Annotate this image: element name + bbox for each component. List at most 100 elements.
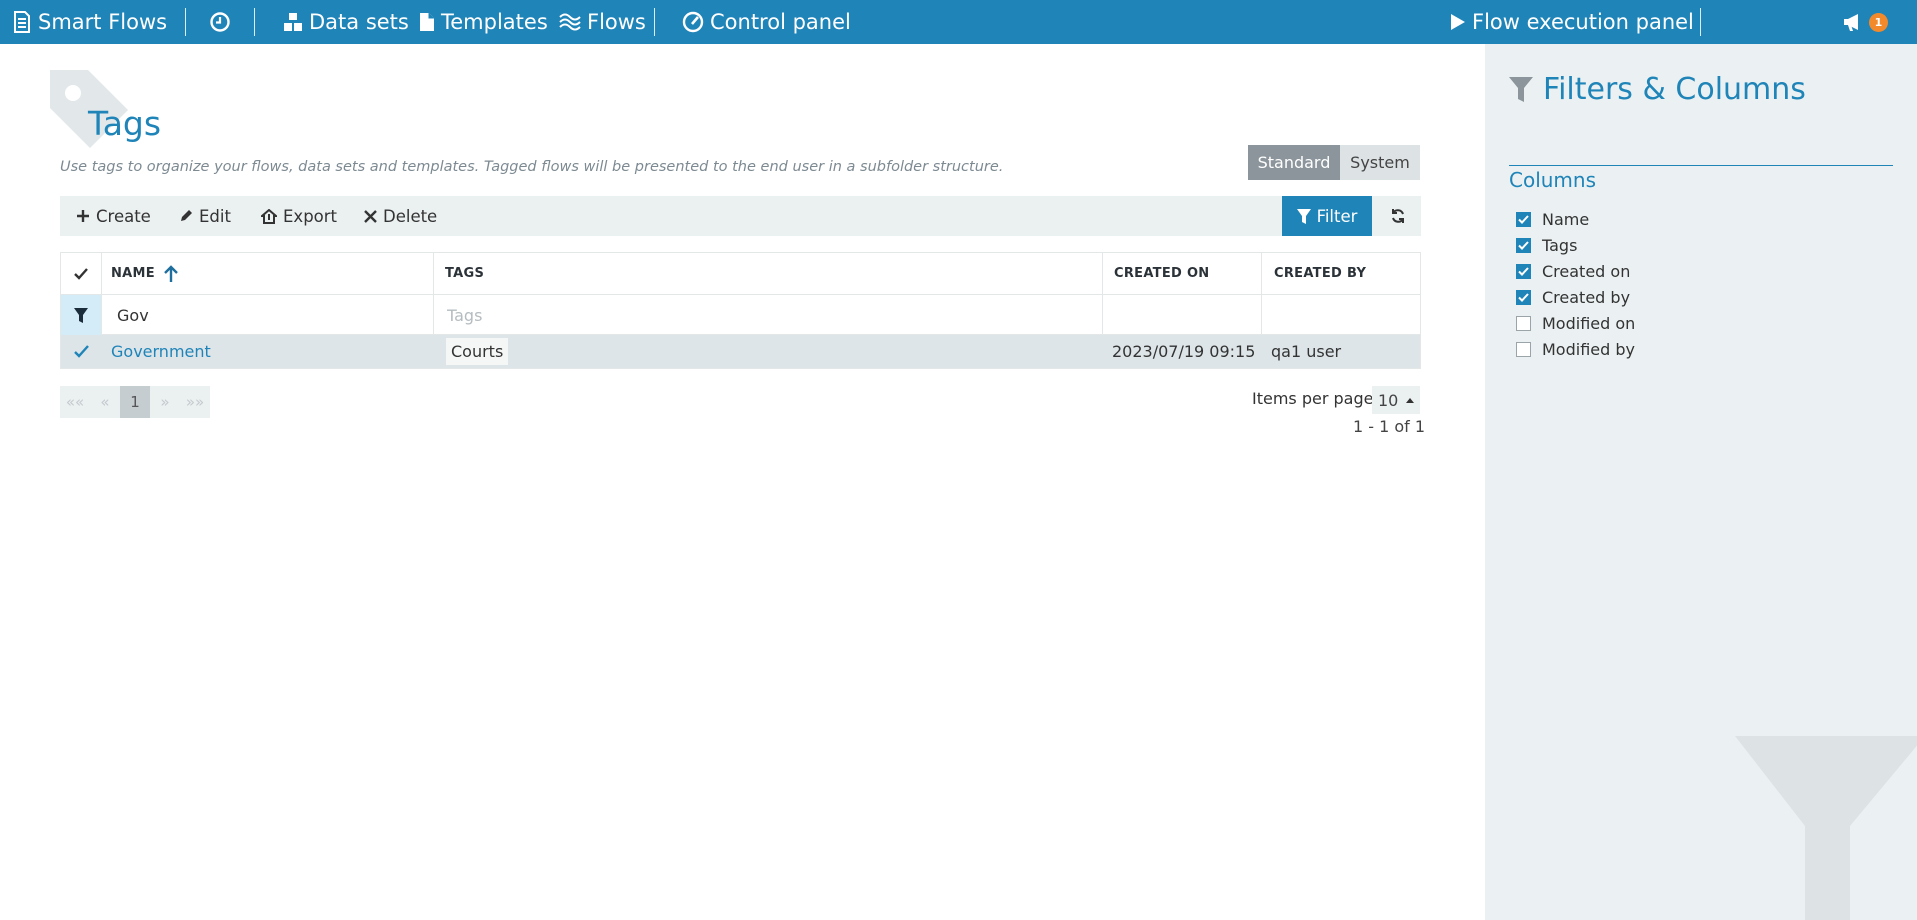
column-header-name-label: NAME [111, 266, 155, 281]
column-header-name[interactable]: NAME [111, 253, 179, 294]
checkbox-unchecked[interactable] [1516, 316, 1531, 331]
select-all-checkbox[interactable] [61, 253, 101, 294]
pagination: «« « 1 » »» [60, 386, 210, 418]
name-filter-input[interactable] [105, 295, 431, 335]
previous-page-button[interactable]: « [90, 386, 120, 418]
brand-label: Smart Flows [38, 10, 168, 34]
smart-flows-logo-icon [12, 11, 32, 33]
table-row[interactable]: Government Courts 2023/07/19 09:15 qa1 u… [61, 335, 1420, 368]
column-toggle-label: Name [1542, 210, 1590, 229]
top-navigation-bar: Smart Flows Data sets Templates Flows Co… [0, 0, 1917, 44]
toggle-system[interactable]: System [1340, 145, 1420, 180]
side-panel-title: Filters & Columns [1509, 72, 1806, 107]
checkbox-checked[interactable] [1516, 238, 1531, 253]
funnel-icon [74, 307, 88, 323]
column-header-created-on[interactable]: CREATED ON [1114, 253, 1209, 294]
export-label: Export [283, 206, 338, 226]
column-toggle-created-on[interactable]: Created on [1516, 262, 1630, 281]
checkbox-checked[interactable] [1516, 264, 1531, 279]
nav-data-sets[interactable]: Data sets [283, 0, 409, 44]
checkbox-checked[interactable] [1516, 212, 1531, 227]
brand-link[interactable]: Smart Flows [12, 0, 167, 44]
column-header-tags[interactable]: TAGS [445, 253, 484, 294]
filter-button[interactable]: Filter [1282, 196, 1372, 236]
items-per-page-value: 10 [1378, 390, 1399, 410]
nav-separator [654, 8, 655, 36]
column-toggle-label: Created by [1542, 288, 1631, 307]
export-button[interactable]: Export [261, 196, 337, 236]
funnel-icon [1509, 76, 1533, 103]
clock-icon [209, 11, 231, 33]
cubes-icon [283, 12, 303, 32]
sort-ascending-icon [163, 264, 179, 283]
pencil-icon [179, 209, 193, 223]
column-toggle-name[interactable]: Name [1516, 210, 1589, 229]
refresh-button[interactable] [1380, 196, 1416, 236]
toggle-standard[interactable]: Standard [1248, 145, 1340, 180]
filters-columns-panel: Filters & Columns Columns Name Tags Crea… [1485, 44, 1917, 920]
first-page-button[interactable]: «« [60, 386, 90, 418]
nav-separator [1700, 8, 1701, 36]
filter-row-toggle[interactable] [61, 295, 101, 335]
funnel-decoration-icon [1735, 736, 1917, 920]
column-toggle-created-by[interactable]: Created by [1516, 288, 1630, 307]
page-1-button[interactable]: 1 [120, 386, 150, 418]
edit-button[interactable]: Edit [179, 196, 231, 236]
column-toggle-modified-by[interactable]: Modified by [1516, 340, 1635, 359]
side-panel-divider [1509, 165, 1893, 166]
filter-label: Filter [1316, 206, 1358, 226]
last-page-button[interactable]: »» [180, 386, 210, 418]
waves-icon [559, 12, 581, 32]
column-toggle-label: Modified on [1542, 314, 1636, 333]
page-description: Use tags to organize your flows, data se… [60, 159, 1004, 175]
close-icon [364, 209, 377, 223]
funnel-icon [1296, 208, 1311, 224]
side-panel-title-label: Filters & Columns [1543, 72, 1806, 107]
column-toggle-label: Created on [1542, 262, 1631, 281]
tags-filter-input[interactable] [435, 295, 1100, 335]
row-created-by: qa1 user [1271, 342, 1342, 361]
columns-heading: Columns [1509, 168, 1597, 192]
row-name-link[interactable]: Government [111, 335, 211, 368]
items-per-page-label: Items per page [1252, 389, 1374, 408]
gauge-icon [682, 11, 704, 33]
notifications-button[interactable] [1842, 0, 1864, 44]
document-icon [419, 12, 435, 32]
checkbox-unchecked[interactable] [1516, 342, 1531, 357]
nav-separator [185, 8, 186, 36]
result-count: 1 - 1 of 1 [1353, 417, 1426, 436]
column-toggle-modified-on[interactable]: Modified on [1516, 314, 1635, 333]
notification-count-badge: 1 [1869, 13, 1888, 32]
caret-up-icon [1406, 397, 1415, 403]
page-title: Tags [88, 104, 162, 143]
action-toolbar: Create Edit Export Delete [60, 196, 1421, 236]
history-button[interactable] [209, 0, 231, 44]
checkbox-checked[interactable] [1516, 290, 1531, 305]
create-button[interactable]: Create [76, 196, 151, 236]
delete-button[interactable]: Delete [364, 196, 437, 236]
column-header-created-by[interactable]: CREATED BY [1274, 253, 1366, 294]
flow-execution-panel-button[interactable]: Flow execution panel [1450, 0, 1694, 44]
row-created-on: 2023/07/19 09:15 [1112, 342, 1256, 361]
nav-templates[interactable]: Templates [419, 0, 548, 44]
nav-flows[interactable]: Flows [559, 0, 646, 44]
refresh-icon [1390, 208, 1406, 224]
column-toggle-label: Modified by [1542, 340, 1635, 359]
nav-flows-label: Flows [587, 10, 646, 34]
create-label: Create [96, 206, 151, 226]
row-select-checkbox[interactable] [61, 335, 101, 368]
next-page-button[interactable]: » [150, 386, 180, 418]
tag-chip: Courts [446, 338, 509, 365]
nav-data-sets-label: Data sets [309, 10, 409, 34]
column-toggle-tags[interactable]: Tags [1516, 236, 1577, 255]
items-per-page-select[interactable]: 10 [1372, 386, 1420, 414]
delete-label: Delete [383, 206, 438, 226]
nav-control-panel-label: Control panel [710, 10, 851, 34]
export-icon [261, 208, 277, 224]
check-icon [74, 267, 88, 280]
edit-label: Edit [199, 206, 231, 226]
play-icon [1450, 13, 1466, 31]
nav-control-panel[interactable]: Control panel [682, 0, 851, 44]
plus-icon [76, 209, 90, 223]
tags-table: NAME TAGS CREATED ON CREATED BY Governme… [60, 252, 1421, 369]
